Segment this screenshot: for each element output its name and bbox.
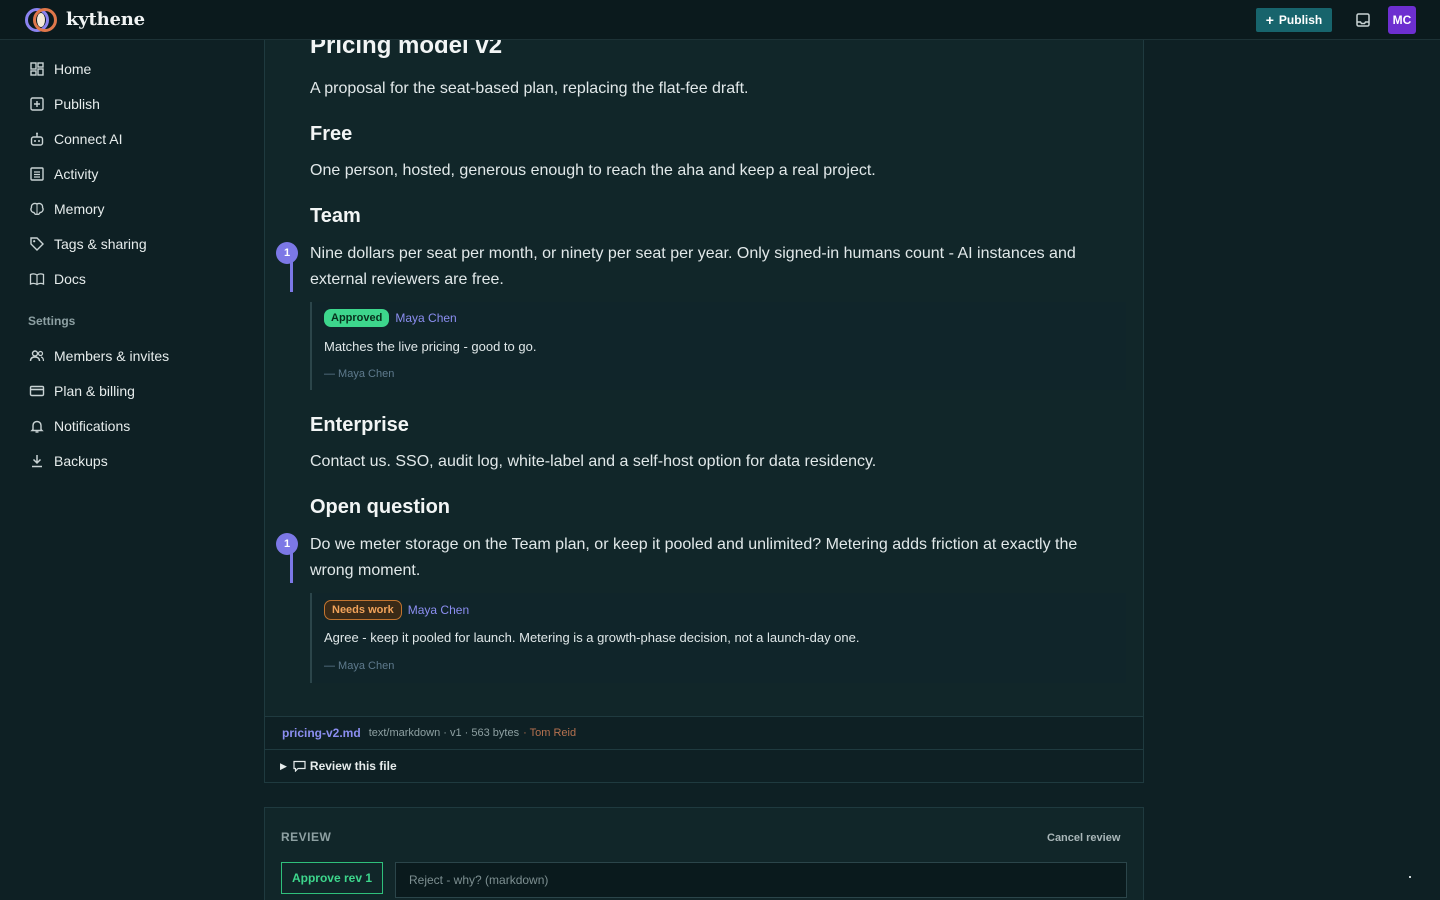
sidebar-item-tags-sharing[interactable]: Tags & sharing: [28, 232, 147, 256]
sidebar-item-label: Connect AI: [54, 131, 123, 147]
sidebar: Home Publish Connect AI Activity Memory …: [0, 40, 250, 900]
sidebar-item-label: Members & invites: [54, 348, 170, 364]
plus-square-icon: [28, 95, 46, 113]
status-badge: Needs work: [324, 600, 402, 620]
settings-heading: Settings: [28, 314, 76, 328]
file-info-bar: pricing-v2.md text/markdown · v1 · 563 b…: [264, 717, 1144, 750]
sidebar-item-label: Plan & billing: [54, 383, 135, 399]
user-avatar[interactable]: MC: [1388, 6, 1416, 34]
file-author[interactable]: · Tom Reid: [523, 727, 576, 739]
review-file-toggle[interactable]: ▶ Review this file: [264, 750, 1144, 783]
download-icon: [28, 452, 46, 470]
sidebar-item-notifications[interactable]: Notifications: [28, 414, 130, 438]
review-text: Matches the live pricing - good to go.: [324, 339, 537, 354]
review-author[interactable]: Maya Chen: [408, 603, 469, 617]
brain-icon: [28, 200, 46, 218]
document-view: Pricing model v2 A proposal for the seat…: [264, 40, 1144, 717]
file-meta: text/markdown · v1 · 563 bytes: [368, 727, 520, 739]
app-name: kythene: [66, 9, 145, 30]
file-name-link[interactable]: pricing-v2.md: [282, 726, 361, 740]
sidebar-item-memory[interactable]: Memory: [28, 197, 105, 221]
section-heading: Team: [310, 205, 361, 227]
section-body: One person, hosted, generous enough to r…: [310, 162, 876, 179]
review-signature: — Maya Chen: [324, 368, 395, 380]
sidebar-item-label: Publish: [54, 96, 100, 112]
robot-icon: [28, 130, 46, 148]
sidebar-item-label: Home: [54, 61, 92, 77]
sidebar-item-members-invites[interactable]: Members & invites: [28, 344, 169, 368]
approve-button[interactable]: Approve rev 1: [281, 862, 383, 894]
status-badge: Approved: [324, 309, 390, 327]
section-heading: Open question: [310, 496, 450, 518]
review-signature: — Maya Chen: [324, 660, 395, 672]
list-icon: [28, 165, 46, 183]
sidebar-item-plan-billing[interactable]: Plan & billing: [28, 379, 135, 403]
review-text: Agree - keep it pooled for launch. Meter…: [324, 630, 860, 645]
section-body: Do we meter storage on the Team plan, or…: [310, 536, 1078, 579]
sidebar-item-home[interactable]: Home: [28, 57, 91, 81]
inbox-icon[interactable]: [1355, 12, 1371, 28]
review-file-label: Review this file: [309, 759, 397, 773]
document-intro: A proposal for the seat-based plan, repl…: [310, 80, 749, 97]
sidebar-item-label: Notifications: [54, 418, 131, 434]
app-logo[interactable]: kythene: [24, 7, 145, 32]
cancel-review-button[interactable]: Cancel review: [1047, 832, 1120, 844]
sidebar-item-label: Activity: [54, 166, 99, 182]
section-body: Nine dollars per seat per month, or nine…: [310, 245, 1076, 288]
comment-icon: [293, 760, 306, 772]
publish-button-label: Publish: [1278, 13, 1323, 27]
sidebar-item-label: Memory: [54, 201, 105, 217]
document-title: Pricing model v2: [310, 40, 503, 59]
review-author[interactable]: Maya Chen: [395, 311, 456, 325]
sidebar-item-connect-ai[interactable]: Connect AI: [28, 127, 123, 151]
scroll-indicator: [1409, 876, 1411, 878]
comment-count-marker[interactable]: 1: [276, 533, 298, 555]
sidebar-item-docs[interactable]: Docs: [28, 267, 86, 291]
book-icon: [28, 270, 46, 288]
dashboard-icon: [28, 60, 46, 78]
review-comment: Needs work Maya Chen Agree - keep it poo…: [310, 593, 1126, 683]
people-icon: [28, 347, 46, 365]
review-panel-title: REVIEW: [281, 830, 332, 844]
bell-icon: [28, 417, 46, 435]
sidebar-item-label: Docs: [54, 271, 86, 287]
section-heading: Enterprise: [310, 414, 409, 436]
top-bar: kythene + Publish MC: [0, 0, 1440, 40]
sidebar-item-activity[interactable]: Activity: [28, 162, 98, 186]
logo-icon: [24, 7, 58, 32]
reject-reason-input[interactable]: [395, 862, 1127, 898]
publish-button[interactable]: + Publish: [1256, 8, 1332, 32]
tag-icon: [28, 235, 46, 253]
disclosure-triangle-icon: ▶: [280, 760, 287, 771]
sidebar-item-label: Backups: [54, 453, 108, 469]
sidebar-item-backups[interactable]: Backups: [28, 449, 108, 473]
section-body: Contact us. SSO, audit log, white-label …: [310, 453, 877, 470]
credit-card-icon: [28, 382, 46, 400]
review-panel: REVIEW Cancel review Approve rev 1: [264, 807, 1144, 900]
plus-icon: +: [1265, 12, 1274, 28]
sidebar-item-label: Tags & sharing: [54, 236, 147, 252]
comment-count-marker[interactable]: 1: [276, 242, 298, 264]
sidebar-item-publish[interactable]: Publish: [28, 92, 100, 116]
review-comment: Approved Maya Chen Matches the live pric…: [310, 302, 1126, 390]
section-heading: Free: [310, 123, 353, 145]
